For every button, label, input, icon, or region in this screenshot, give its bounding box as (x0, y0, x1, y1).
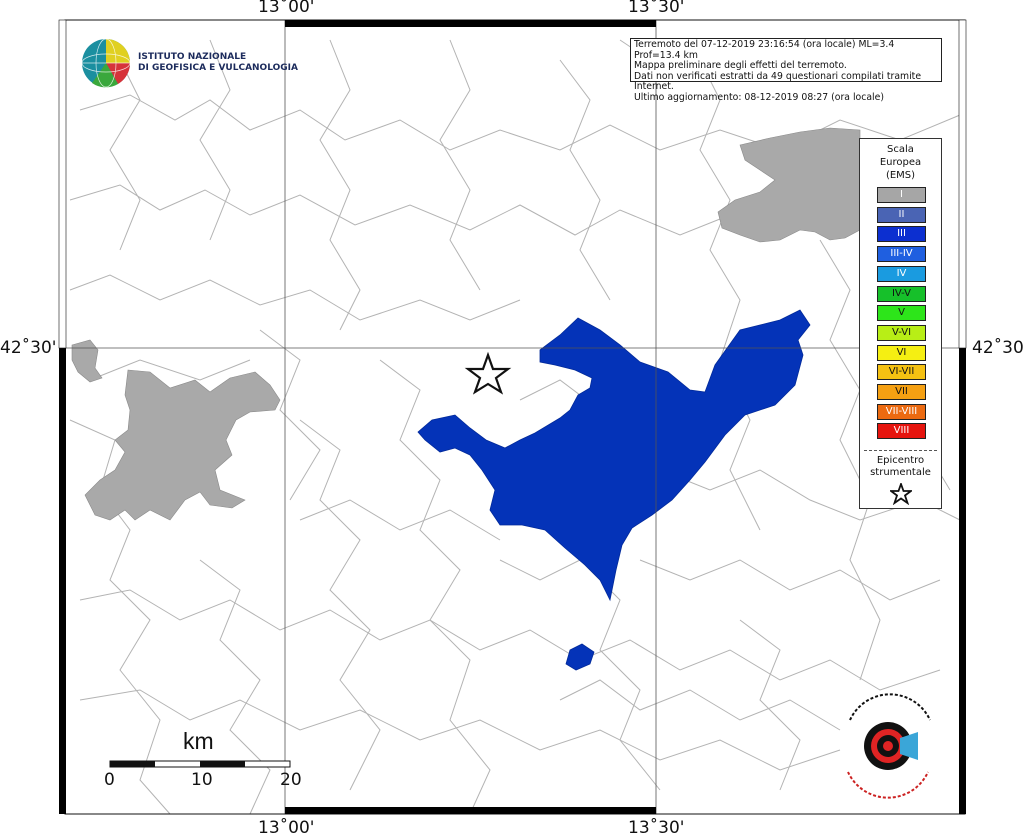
earthquake-info-box: Terremoto del 07-12-2019 23:16:54 (ora l… (630, 38, 942, 103)
coord-side-right: 42˚30' (972, 338, 1024, 358)
scale-label-0: 0 (104, 770, 115, 790)
coord-bottom-left: 13˚00' (258, 818, 315, 838)
legend-item-i: I (877, 187, 926, 203)
info-line-4: Ultimo aggiornamento: 08-12-2019 08:27 (… (634, 91, 884, 103)
ems-legend: Scala Europea (EMS) I II III III-IV IV IV-V V V… (859, 138, 942, 509)
epicenter-legend-star-icon (890, 483, 912, 505)
legend-item-vi-vii: VI-VII (877, 364, 926, 381)
legend-item-v: V (877, 305, 926, 322)
legend-item-v-vi: V-VI (877, 324, 926, 341)
scale-bar (109, 760, 291, 768)
legend-title: Scala Europea (EMS) (879, 144, 922, 181)
coord-side-left: 42˚30' (0, 338, 57, 358)
legend-item-vii: VII (877, 384, 926, 400)
scale-label-10: 10 (191, 770, 213, 790)
legend-item-iv-v: IV-V (877, 285, 926, 302)
legend-item-vi: VI (877, 344, 926, 361)
scale-label-20: 20 (280, 770, 302, 790)
scale-unit: km (183, 728, 214, 754)
legend-item-vii-viii: VII-VIII (877, 403, 926, 420)
coord-top-right: 13˚30' (628, 0, 685, 17)
info-line-1: Terremoto del 07-12-2019 23:16:54 (ora l… (634, 39, 895, 61)
coord-bottom-right: 13˚30' (628, 818, 685, 838)
legend-separator (864, 450, 937, 451)
institute-name: ISTITUTO NAZIONALE DI GEOFISICA E VULCAN… (138, 52, 298, 73)
legend-item-ii: II (877, 206, 926, 223)
ingv-logo-icon (81, 38, 131, 88)
info-line-3: Dati non verificati estratti da 49 quest… (634, 70, 922, 93)
legend-item-viii: VIII (877, 423, 926, 440)
legend-item-iv: IV (877, 265, 926, 282)
epicentro-label: Epicentro strumentale (870, 455, 931, 478)
legend-item-iii-iv: III-IV (877, 246, 926, 263)
legend-item-iii: III (877, 226, 926, 243)
coord-top-left: 13˚00' (258, 0, 315, 17)
